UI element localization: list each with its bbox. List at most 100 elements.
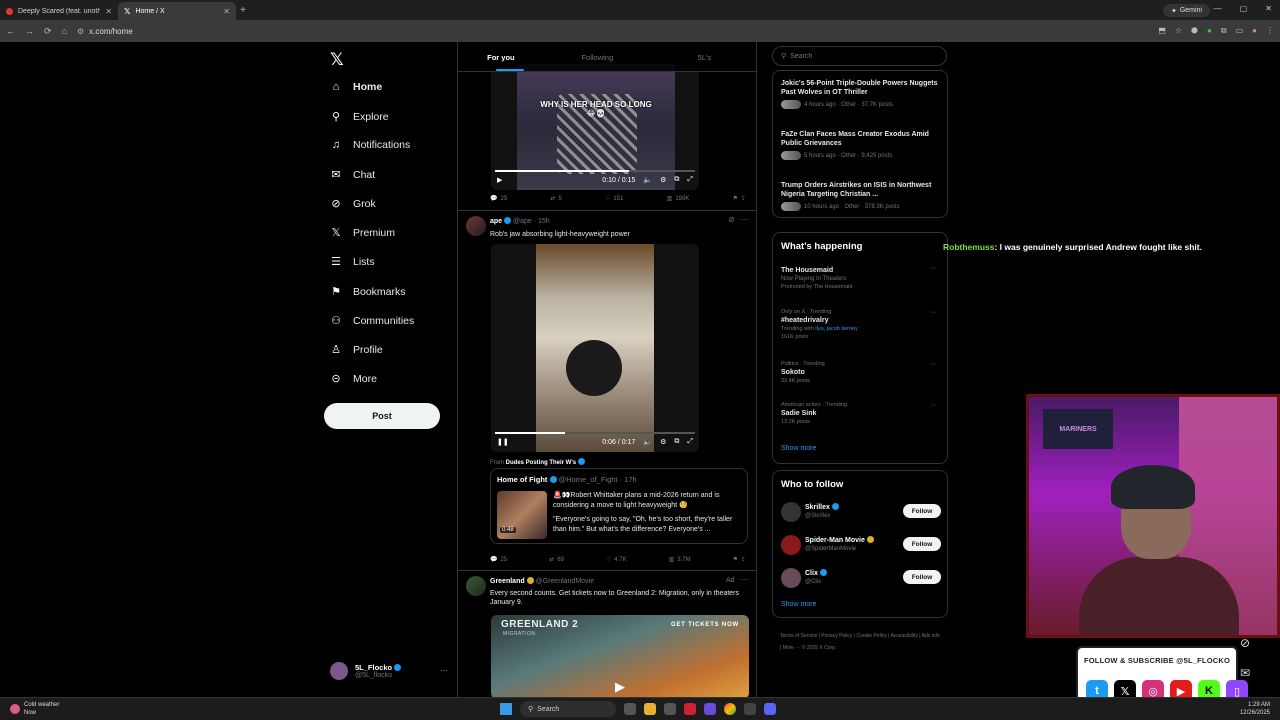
- mail-icon[interactable]: ✉: [1240, 666, 1250, 680]
- trend-item[interactable]: Only on X · Trending #heatedrivalry Tren…: [781, 309, 941, 340]
- pip-icon[interactable]: ⧉: [674, 438, 679, 446]
- new-tab-button[interactable]: +: [236, 5, 250, 16]
- views-button[interactable]: ▥ 199K: [667, 195, 690, 203]
- grok-icon[interactable]: ⊘: [728, 215, 735, 224]
- more-dots-icon[interactable]: ···: [930, 265, 937, 272]
- taskbar-search[interactable]: ⚲ Search: [520, 701, 616, 717]
- settings-icon[interactable]: ⚙: [660, 176, 666, 184]
- puzzle-icon[interactable]: ⧉: [1221, 26, 1227, 36]
- bookmark-button[interactable]: ⚑ ⇪: [733, 556, 746, 563]
- more-dots-icon[interactable]: ···: [440, 666, 448, 675]
- video-player[interactable]: ❚❚ 0:06 / 0:17 🔈 ⚙ ⧉ ⤢: [491, 244, 699, 452]
- nav-grok[interactable]: ⊘ Grok: [330, 197, 375, 211]
- like-button[interactable]: ♡ 151: [605, 195, 623, 203]
- news-item[interactable]: FaZe Clan Faces Mass Creator Exodus Amid…: [781, 130, 941, 160]
- extension-icon[interactable]: ⬢: [1191, 26, 1198, 36]
- profile-icon[interactable]: ●: [1252, 26, 1257, 36]
- app-icon[interactable]: [744, 703, 756, 715]
- nav-lists[interactable]: ☰ Lists: [330, 255, 375, 269]
- post-age[interactable]: 15h: [538, 218, 550, 225]
- author-name[interactable]: Greenland: [490, 578, 525, 585]
- reply-button[interactable]: 💬 25: [490, 556, 507, 564]
- tab-5ls[interactable]: 5L's: [651, 42, 756, 71]
- menu-icon[interactable]: ⋮: [1266, 26, 1274, 36]
- forward-icon[interactable]: →: [25, 26, 34, 36]
- settings-icon[interactable]: ⚙: [660, 438, 666, 446]
- ad-media[interactable]: GREENLAND 2 MIGRATION GET TICKETS NOW ▶: [491, 615, 749, 697]
- back-icon[interactable]: ←: [6, 26, 15, 36]
- account-switcher[interactable]: 5L_Flocko @5L_flocko ···: [330, 662, 448, 680]
- minimize-icon[interactable]: —: [1214, 4, 1222, 13]
- weather-widget[interactable]: Cold weather Now: [10, 701, 59, 717]
- chrome-icon[interactable]: [724, 703, 736, 715]
- nav-chat[interactable]: ✉ Chat: [330, 168, 375, 182]
- trend-item[interactable]: American actors · Trending Sadie Sink 13…: [781, 402, 941, 425]
- file-explorer-icon[interactable]: [644, 703, 656, 715]
- trend-related-link[interactable]: ilya, jacob tierney: [815, 326, 858, 332]
- trend-item[interactable]: Politics · Trending Sokoto 33.4K posts ·…: [781, 361, 941, 384]
- views-button[interactable]: ▥ 3.7M: [669, 556, 691, 564]
- tab-for-you[interactable]: For you: [458, 42, 544, 71]
- reply-button[interactable]: 💬 25: [490, 195, 507, 203]
- extension-icon[interactable]: ●: [1207, 26, 1212, 36]
- more-dots-icon[interactable]: ···: [930, 402, 937, 409]
- system-clock[interactable]: 1:29 AM 12/26/2025: [1240, 701, 1270, 717]
- task-view-icon[interactable]: [624, 703, 636, 715]
- app-icon[interactable]: [684, 703, 696, 715]
- browser-tab-2[interactable]: 𝕏 Home / X ✕: [118, 2, 236, 20]
- windows-start-icon[interactable]: [500, 703, 512, 715]
- news-item[interactable]: Jokic's 56-Point Triple-Double Powers Nu…: [781, 79, 941, 109]
- gemini-button[interactable]: ✦ Gemini: [1162, 4, 1210, 17]
- follow-button[interactable]: Follow: [903, 537, 941, 551]
- fullscreen-icon[interactable]: ⤢: [687, 438, 693, 446]
- app-icon[interactable]: [704, 703, 716, 715]
- post-button[interactable]: Post: [324, 403, 440, 429]
- trend-item[interactable]: The Housemaid Now Playing In Theaters Pr…: [781, 265, 941, 290]
- show-more-link[interactable]: Show more: [781, 445, 816, 452]
- more-dots-icon[interactable]: ···: [930, 309, 937, 316]
- star-icon[interactable]: ☆: [1175, 26, 1182, 36]
- share-icon[interactable]: ⇪: [741, 195, 746, 202]
- repost-button[interactable]: ⇄ 69: [549, 556, 564, 564]
- fullscreen-icon[interactable]: ⤢: [687, 176, 693, 184]
- search-input[interactable]: ⚲ Search: [772, 46, 947, 66]
- more-dots-icon[interactable]: ···: [930, 361, 937, 368]
- site-info-icon[interactable]: ⚙: [77, 27, 84, 36]
- from-source[interactable]: Dudes Posting Their W's: [506, 460, 576, 466]
- play-icon[interactable]: ▶: [615, 679, 625, 695]
- author-handle[interactable]: @ape: [513, 218, 532, 225]
- sidebar-icon[interactable]: ▭: [1236, 26, 1244, 36]
- pip-icon[interactable]: ⧉: [674, 176, 679, 184]
- close-icon[interactable]: ✕: [223, 7, 230, 16]
- nav-communities[interactable]: ⚇ Communities: [330, 314, 414, 328]
- nav-premium[interactable]: 𝕏 Premium: [330, 226, 395, 240]
- follow-suggestion[interactable]: Clix @Clix Follow: [781, 567, 941, 589]
- install-icon[interactable]: ⬒: [1158, 26, 1166, 36]
- home-button-icon[interactable]: ⌂: [62, 26, 67, 36]
- share-icon[interactable]: ⇪: [741, 556, 746, 563]
- nav-more[interactable]: ⊝ More: [330, 372, 377, 386]
- maximize-icon[interactable]: ▢: [1240, 4, 1248, 13]
- volume-icon[interactable]: 🔈: [643, 176, 652, 184]
- pause-icon[interactable]: ❚❚: [497, 438, 509, 446]
- avatar[interactable]: [466, 216, 486, 236]
- nav-bookmarks[interactable]: ⚑ Bookmarks: [330, 285, 405, 299]
- discord-icon[interactable]: [764, 703, 776, 715]
- avatar[interactable]: [466, 576, 486, 596]
- tab-following[interactable]: Following: [544, 42, 651, 71]
- url-field[interactable]: ⚙ x.com/home: [76, 23, 1149, 39]
- play-icon[interactable]: ▶: [497, 176, 502, 184]
- close-window-icon[interactable]: ✕: [1265, 4, 1272, 13]
- follow-button[interactable]: Follow: [903, 504, 941, 518]
- volume-icon[interactable]: 🔈: [643, 438, 652, 446]
- reload-icon[interactable]: ⟳: [44, 26, 52, 37]
- follow-button[interactable]: Follow: [903, 570, 941, 584]
- news-item[interactable]: Trump Orders Airstrikes on ISIS in North…: [781, 181, 941, 211]
- more-dots-icon[interactable]: ···: [740, 575, 748, 584]
- like-button[interactable]: ♡ 4.7K: [606, 556, 627, 564]
- grok-icon[interactable]: ⊘: [1240, 636, 1250, 650]
- author-name[interactable]: ape: [490, 218, 502, 225]
- x-logo-icon[interactable]: 𝕏: [330, 50, 344, 70]
- nav-home[interactable]: ⌂ Home: [330, 81, 383, 93]
- footer-links[interactable]: Terms of Service | Privacy Policy | Cook…: [780, 630, 940, 654]
